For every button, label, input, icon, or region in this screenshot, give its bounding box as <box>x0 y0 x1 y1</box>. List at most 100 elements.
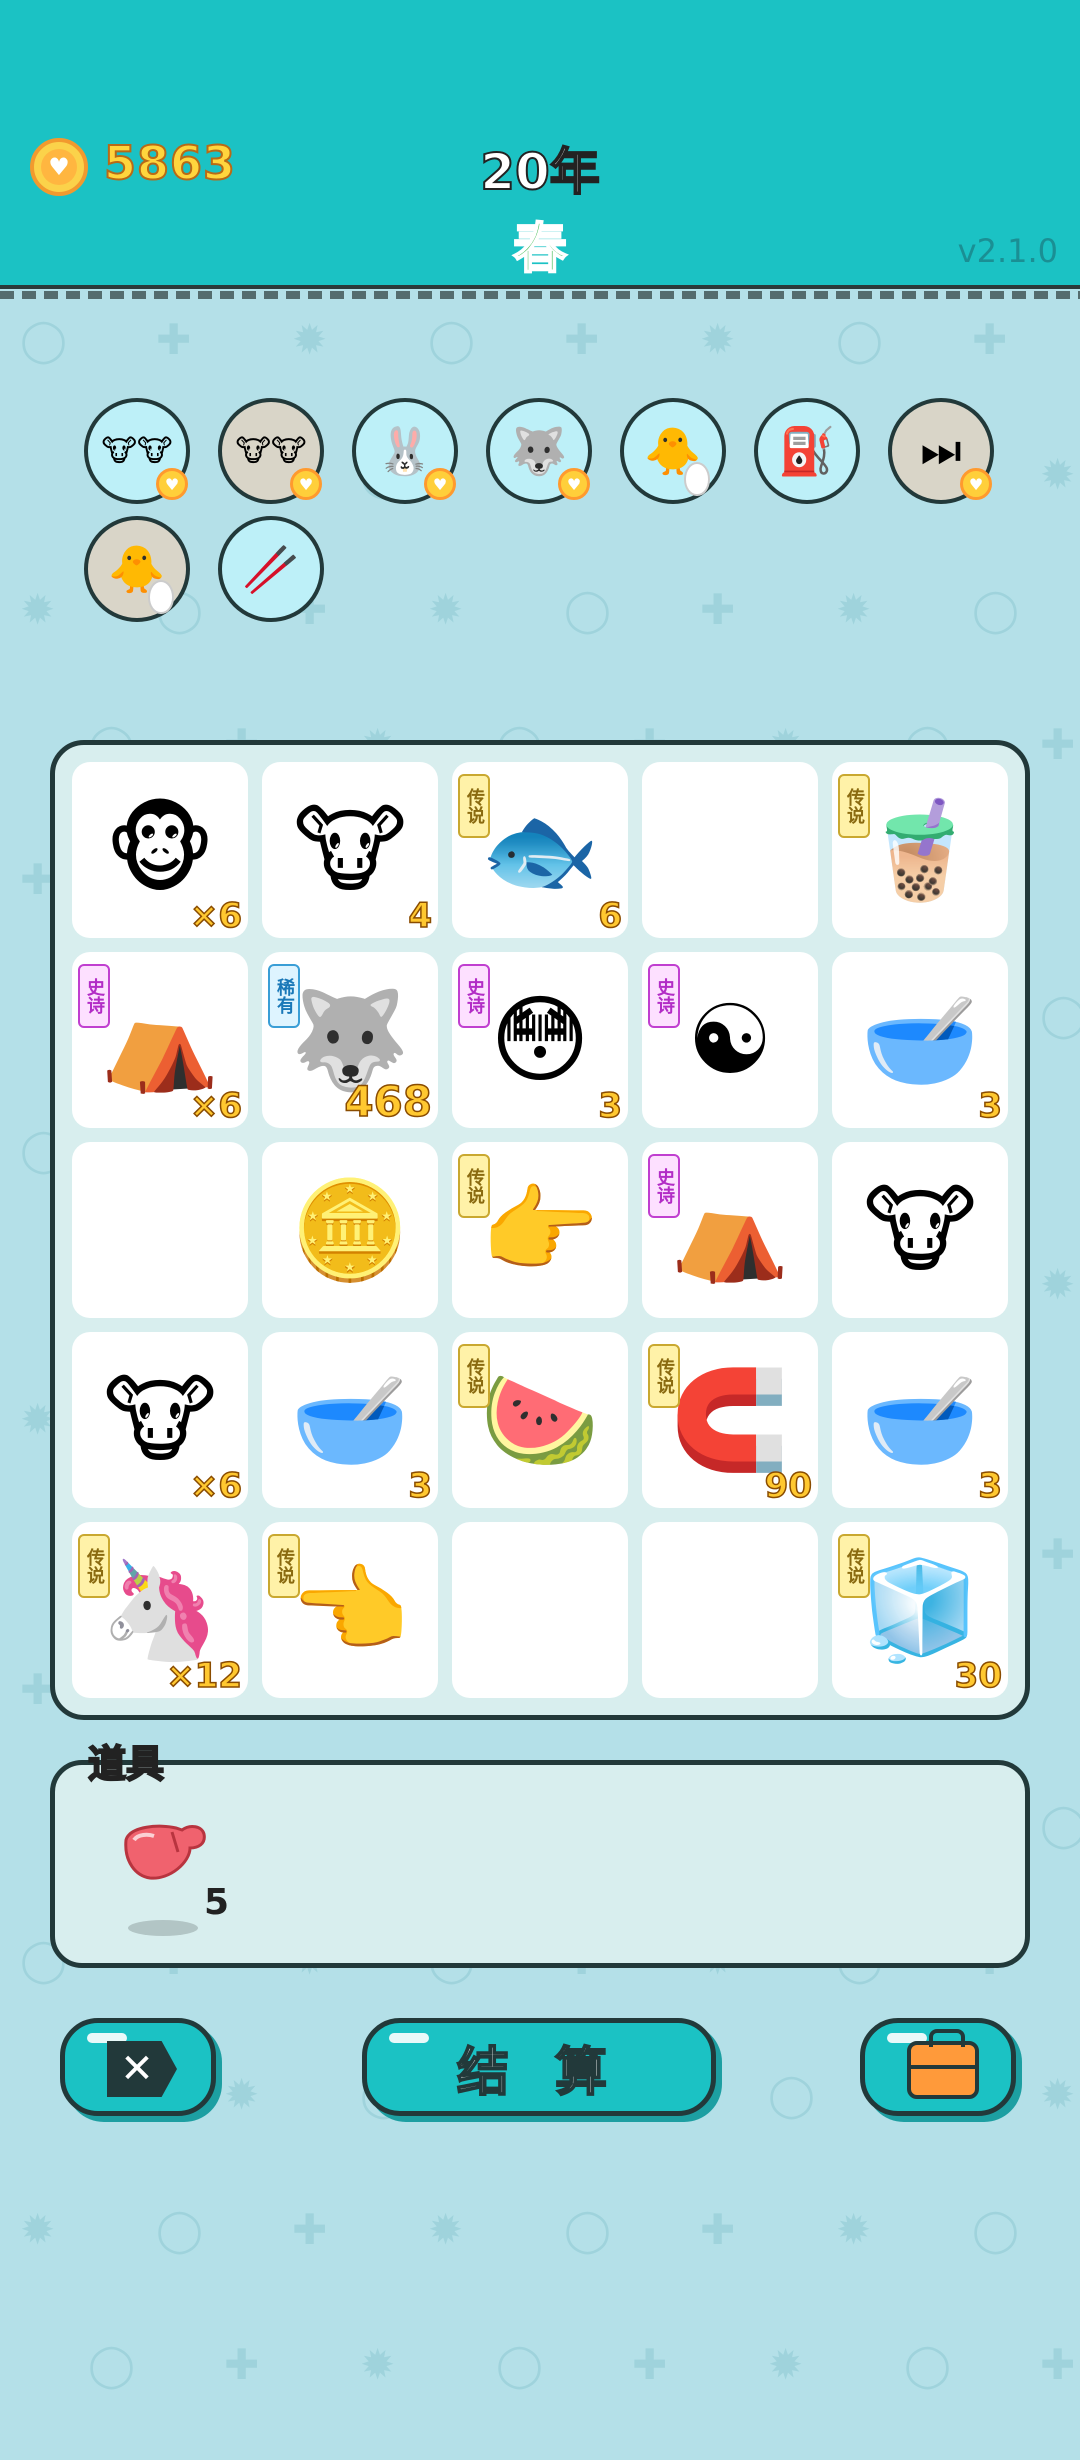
empty-slot[interactable] <box>72 1142 248 1318</box>
board-slot[interactable]: 🐮 ×6 <box>72 1332 248 1508</box>
item-count: 468 <box>344 1076 433 1127</box>
bag-button[interactable] <box>860 2018 1016 2116</box>
item-count: 3 <box>598 1085 623 1127</box>
rarity-tag: 传说 <box>648 1344 680 1408</box>
two-cows-icon[interactable]: 🐮🐮 ♥ <box>84 398 190 504</box>
coin-badge-icon: ♥ <box>424 468 456 500</box>
rarity-tag: 史诗 <box>648 964 680 1028</box>
liver-icon[interactable] <box>120 1822 208 1884</box>
item-count: ×6 <box>189 1085 243 1127</box>
liver-shadow <box>128 1920 198 1936</box>
skip-forward-icon[interactable]: ⏭ ♥ <box>888 398 994 504</box>
rarity-tag: 传说 <box>458 1154 490 1218</box>
board-slot[interactable]: 🐟 传说 6 <box>452 762 628 938</box>
board-slot[interactable]: 🦄 传说 ×12 <box>72 1522 248 1698</box>
board-slot[interactable]: 🥣 3 <box>832 1332 1008 1508</box>
pattern-shape: ✹ <box>428 585 464 634</box>
pattern-shape: ◯ <box>88 2340 136 2389</box>
settle-button-label: 结 算 <box>456 2042 622 2104</box>
board-slot[interactable]: 🧲 传说 90 <box>642 1332 818 1508</box>
board-slot[interactable]: 👈 传说 <box>262 1522 438 1698</box>
item-count: 30 <box>954 1655 1003 1697</box>
board-slot[interactable]: ⛺ 史诗 ×6 <box>72 952 248 1128</box>
board-slot[interactable]: ☯ 史诗 <box>642 952 818 1128</box>
pattern-shape: ✹ <box>768 2340 804 2389</box>
rarity-tag: 传说 <box>78 1534 110 1598</box>
two-cows-icon[interactable]: 🐮🐮 ♥ <box>218 398 324 504</box>
pattern-shape: ◯ <box>1040 990 1080 1039</box>
empty-slot[interactable] <box>642 1522 818 1698</box>
rarity-tag: 传说 <box>838 774 870 838</box>
empty-slot[interactable] <box>452 1522 628 1698</box>
coin-badge-icon: ♥ <box>558 468 590 500</box>
year-label: 20年 <box>479 142 601 202</box>
board-slot[interactable]: 🐮 <box>832 1142 1008 1318</box>
pattern-shape: ◯ <box>428 315 476 364</box>
pattern-shape: ✹ <box>836 2205 872 2254</box>
pattern-shape: ✚ <box>1040 2340 1076 2389</box>
cow-icon: 🐮 <box>863 1174 977 1286</box>
close-icon: ✕ <box>107 2041 177 2097</box>
chick-egg-icon[interactable]: 🐥 <box>620 398 726 504</box>
pattern-shape: ✹ <box>428 2205 464 2254</box>
board-slot[interactable]: 🥣 3 <box>832 952 1008 1128</box>
close-button[interactable]: ✕ <box>60 2018 216 2116</box>
pattern-shape: ✹ <box>700 315 736 364</box>
button-shine <box>389 2033 429 2043</box>
pattern-shape: ✹ <box>20 585 56 634</box>
rarity-tag: 史诗 <box>458 964 490 1028</box>
item-count: 6 <box>598 895 623 937</box>
pattern-shape: ◯ <box>496 2340 544 2389</box>
settle-button[interactable]: 结 算 <box>362 2018 716 2116</box>
pattern-shape: ✹ <box>360 2340 396 2389</box>
item-count: 4 <box>408 895 433 937</box>
board-slot[interactable]: ⛺ 史诗 <box>642 1142 818 1318</box>
pattern-shape: ✚ <box>156 315 192 364</box>
item-count: 3 <box>978 1465 1003 1507</box>
rarity-tag: 史诗 <box>648 1154 680 1218</box>
props-title: 道具 <box>87 1741 165 1787</box>
board-slot[interactable]: 🍉 传说 <box>452 1332 628 1508</box>
pattern-shape: ✹ <box>292 315 328 364</box>
pattern-shape: ◯ <box>1040 1800 1080 1849</box>
pet-glyph: ⛽ <box>778 423 836 478</box>
rabbit-icon[interactable]: 🐰 ♥ <box>352 398 458 504</box>
pattern-shape: ✚ <box>1040 720 1076 769</box>
air-pump-icon[interactable]: ⛽ <box>754 398 860 504</box>
item-count: ×6 <box>189 1465 243 1507</box>
pet-glyph: 🐮🐮 <box>235 433 307 469</box>
pattern-shape: ◯ <box>972 2205 1020 2254</box>
rarity-tag: 传说 <box>458 1344 490 1408</box>
coin-badge-icon: ♥ <box>290 468 322 500</box>
board-slot[interactable]: 🐵 ×6 <box>72 762 248 938</box>
inventory-board: 🐵 ×6 🐮 4 🐟 传说 6 🧋 传说 ⛺ 史诗 ×6 🐺 稀有 468 😳 史诗 3 ☯ 史诗 🥣 3 🪙 👉 传说 ⛺ 史诗 🐮… <box>50 740 1030 1720</box>
board-slot[interactable]: 🥣 3 <box>262 1332 438 1508</box>
top-bar: ♥ 5863 20年 春 v2.1.0 <box>0 0 1080 299</box>
board-slot[interactable]: 😳 史诗 3 <box>452 952 628 1128</box>
empty-slot[interactable] <box>642 762 818 938</box>
board-slot[interactable]: 🐺 稀有 468 <box>262 952 438 1128</box>
board-slot[interactable]: 🐮 4 <box>262 762 438 938</box>
board-slot[interactable]: 🧊 传说 30 <box>832 1522 1008 1698</box>
item-count: ×6 <box>189 895 243 937</box>
chick-egg-icon[interactable]: 🐥 <box>84 516 190 622</box>
pattern-shape: ◯ <box>156 2205 204 2254</box>
rarity-tag: 史诗 <box>78 964 110 1028</box>
board-slot[interactable]: 🪙 <box>262 1142 438 1318</box>
board-slot[interactable]: 👉 传说 <box>452 1142 628 1318</box>
pattern-shape: ✹ <box>1040 1260 1076 1309</box>
pattern-shape: ✹ <box>224 2070 260 2119</box>
pattern-shape: ✚ <box>632 2340 668 2389</box>
season-label: 春 <box>512 216 568 281</box>
pattern-shape: ◯ <box>768 2070 816 2119</box>
item-count: 90 <box>764 1465 813 1507</box>
board-slot[interactable]: 🧋 传说 <box>832 762 1008 938</box>
item-count: 3 <box>408 1465 433 1507</box>
rarity-tag: 传说 <box>838 1534 870 1598</box>
husky-icon[interactable]: 🐺 ♥ <box>486 398 592 504</box>
pattern-shape: ✚ <box>564 315 600 364</box>
pet-glyph: 🐺 <box>510 423 568 478</box>
pattern-shape: ✚ <box>292 2205 328 2254</box>
pattern-shape: ✹ <box>836 585 872 634</box>
chopsticks-icon[interactable]: 🥢 <box>218 516 324 622</box>
